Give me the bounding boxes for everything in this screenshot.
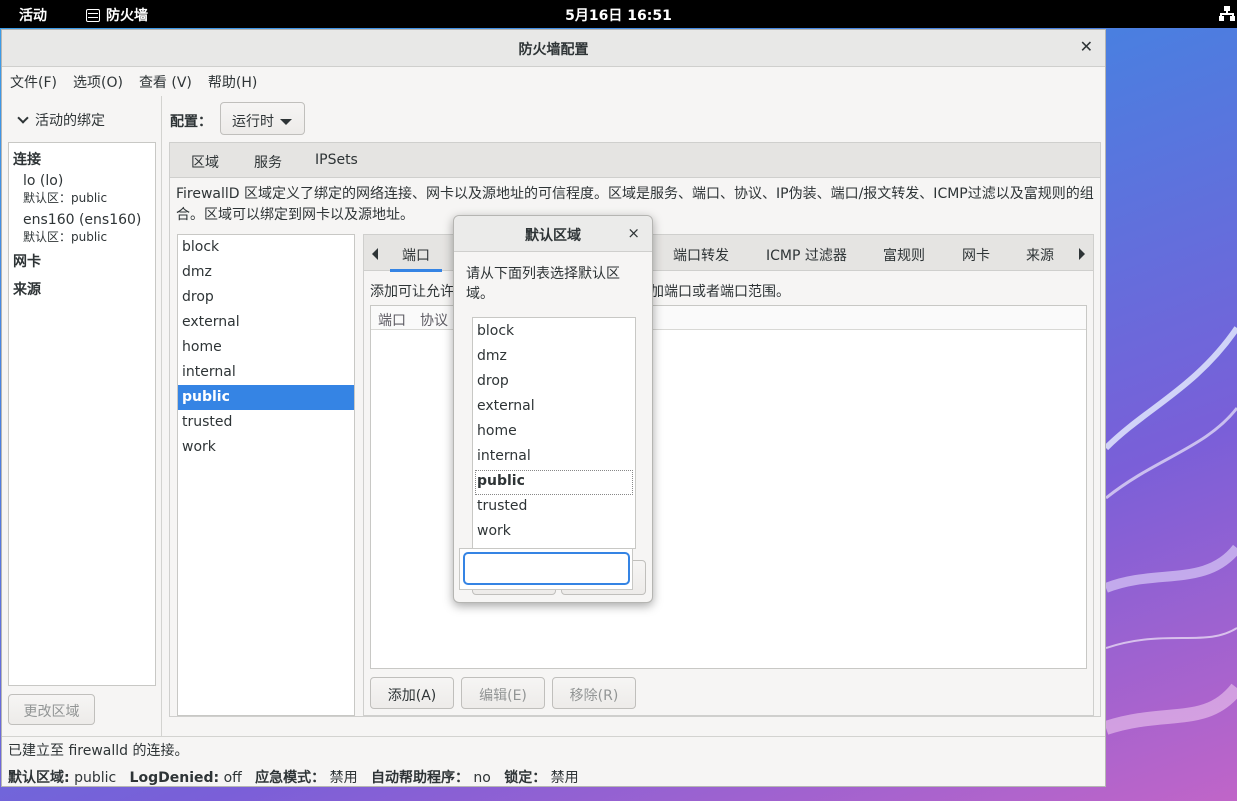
zone-list: block dmz drop external home internal pu… bbox=[177, 234, 355, 716]
window-title: 防火墙配置 bbox=[518, 42, 589, 58]
tab-interfaces[interactable]: 网卡 bbox=[962, 245, 990, 265]
lockdown-label: 锁定： bbox=[504, 770, 547, 786]
lockdown-value: 禁用 bbox=[550, 770, 579, 786]
zone-item[interactable]: external bbox=[178, 310, 354, 335]
chevron-down-icon bbox=[17, 112, 29, 124]
default-zone-dialog: 默认区域 × 请从下面列表选择默认区域。 block dmz drop exte… bbox=[453, 215, 653, 603]
zone-item[interactable]: trusted bbox=[178, 410, 354, 435]
bindings-list: 连接 lo (lo) 默认区：public ens160 (ens160) 默认… bbox=[8, 142, 156, 686]
scroll-right-icon[interactable] bbox=[1079, 248, 1085, 260]
dialog-title-bar[interactable]: 默认区域 × bbox=[454, 216, 652, 252]
menu-options[interactable]: 选项(O) bbox=[73, 72, 123, 91]
column-protocol[interactable]: 协议 bbox=[420, 310, 448, 330]
logdenied-label: LogDenied: bbox=[129, 770, 220, 786]
tab-rich-rules[interactable]: 富规则 bbox=[883, 245, 925, 265]
zone-item[interactable]: drop bbox=[178, 285, 354, 310]
status-summary: 默认区域: public LogDenied: off 应急模式： 禁用 自动帮… bbox=[8, 767, 579, 787]
remove-button[interactable]: 移除(R) bbox=[552, 677, 636, 709]
tab-zones[interactable]: 区域 bbox=[177, 152, 233, 180]
tab-sources[interactable]: 来源 bbox=[1026, 245, 1054, 265]
connection-name: lo (lo) bbox=[23, 173, 64, 189]
dialog-zone-item[interactable]: work bbox=[473, 520, 635, 545]
dialog-message: 请从下面列表选择默认区域。 bbox=[466, 266, 620, 302]
menu-view[interactable]: 查看 (V) bbox=[139, 72, 192, 91]
connection-name: ens160 (ens160) bbox=[23, 212, 142, 228]
connection-zone: 默认区：public bbox=[23, 191, 108, 205]
scroll-left-icon[interactable] bbox=[372, 248, 378, 260]
tab-icmp-filter[interactable]: ICMP 过滤器 bbox=[766, 245, 847, 265]
ports-description-right: 加端口或者端口范围。 bbox=[650, 284, 790, 300]
default-zone-value: public bbox=[74, 770, 117, 786]
default-zone-label: 默认区域: bbox=[8, 770, 70, 786]
panic-mode-value: 禁用 bbox=[329, 770, 358, 786]
status-bar: 已建立至 firewalld 的连接。 默认区域: public LogDeni… bbox=[2, 736, 1105, 786]
zone-item[interactable]: dmz bbox=[178, 260, 354, 285]
typeahead-search-input[interactable] bbox=[463, 552, 630, 585]
top-bar: 活动 防火墙 5月16日 16:51 bbox=[0, 0, 1237, 28]
menu-file[interactable]: 文件(F) bbox=[10, 72, 57, 91]
active-bindings-toggle[interactable]: 活动的绑定 bbox=[17, 110, 105, 130]
title-bar[interactable]: 防火墙配置 ✕ bbox=[2, 30, 1105, 67]
zone-item[interactable]: internal bbox=[178, 360, 354, 385]
config-label: 配置： bbox=[170, 114, 212, 130]
connection-status: 已建立至 firewalld 的连接。 bbox=[8, 743, 189, 759]
config-value: 运行时 bbox=[232, 114, 274, 130]
close-icon[interactable]: × bbox=[627, 224, 640, 242]
automatic-helpers-value: no bbox=[473, 770, 491, 786]
caret-down-icon bbox=[280, 119, 292, 125]
menu-bar: 文件(F) 选项(O) 查看 (V) 帮助(H) bbox=[2, 67, 1105, 96]
tab-port-forwarding[interactable]: 端口转发 bbox=[673, 245, 729, 265]
connection-zone: 默认区：public bbox=[23, 230, 108, 244]
dialog-zone-item[interactable]: external bbox=[473, 395, 635, 420]
panic-mode-label: 应急模式： bbox=[255, 770, 326, 786]
connection-item[interactable]: lo (lo) 默认区：public bbox=[23, 173, 151, 206]
column-port[interactable]: 端口 bbox=[378, 310, 406, 330]
typeahead-search-popup bbox=[459, 548, 633, 590]
change-zone-button[interactable]: 更改区域 bbox=[8, 694, 95, 725]
config-dropdown[interactable]: 运行时 bbox=[220, 102, 305, 135]
tab-ipsets[interactable]: IPSets bbox=[315, 152, 358, 168]
zone-item[interactable]: work bbox=[178, 435, 354, 460]
active-bindings-label: 活动的绑定 bbox=[35, 113, 105, 129]
dialog-zone-item[interactable]: drop bbox=[473, 370, 635, 395]
nic-category[interactable]: 网卡 bbox=[13, 251, 151, 271]
automatic-helpers-label: 自动帮助程序： bbox=[370, 770, 469, 786]
active-bindings-pane: 活动的绑定 连接 lo (lo) 默认区：public ens160 (ens1… bbox=[2, 96, 162, 736]
dialog-title: 默认区域 bbox=[525, 228, 581, 244]
network-icon[interactable] bbox=[1219, 6, 1235, 21]
source-category[interactable]: 来源 bbox=[13, 279, 151, 299]
close-icon[interactable]: ✕ bbox=[1080, 37, 1093, 56]
clock[interactable]: 5月16日 16:51 bbox=[0, 5, 1237, 25]
dialog-zone-item[interactable]: home bbox=[473, 420, 635, 445]
connection-item[interactable]: ens160 (ens160) 默认区：public bbox=[23, 212, 151, 245]
dialog-zone-item[interactable]: internal bbox=[473, 445, 635, 470]
connections-category[interactable]: 连接 bbox=[13, 149, 151, 169]
dialog-zone-item[interactable]: trusted bbox=[473, 495, 635, 520]
dialog-zone-item[interactable]: dmz bbox=[473, 345, 635, 370]
tab-ports[interactable]: 端口 bbox=[390, 245, 442, 272]
zone-item[interactable]: home bbox=[178, 335, 354, 360]
logdenied-value: off bbox=[223, 770, 242, 786]
add-button[interactable]: 添加(A) bbox=[370, 677, 454, 709]
zone-item-selected[interactable]: public bbox=[178, 385, 354, 410]
menu-help[interactable]: 帮助(H) bbox=[208, 72, 257, 91]
desktop-wallpaper bbox=[1106, 326, 1237, 735]
main-tabs: 区域 服务 IPSets bbox=[169, 142, 1101, 180]
dialog-zone-item[interactable]: block bbox=[473, 320, 635, 345]
zone-item[interactable]: block bbox=[178, 235, 354, 260]
ports-description-left: 添加可让允许 bbox=[370, 284, 454, 300]
tab-services[interactable]: 服务 bbox=[254, 152, 282, 172]
edit-button[interactable]: 编辑(E) bbox=[461, 677, 545, 709]
dialog-zone-list: block dmz drop external home internal pu… bbox=[472, 317, 636, 549]
dialog-zone-item-selected[interactable]: public bbox=[475, 470, 633, 495]
